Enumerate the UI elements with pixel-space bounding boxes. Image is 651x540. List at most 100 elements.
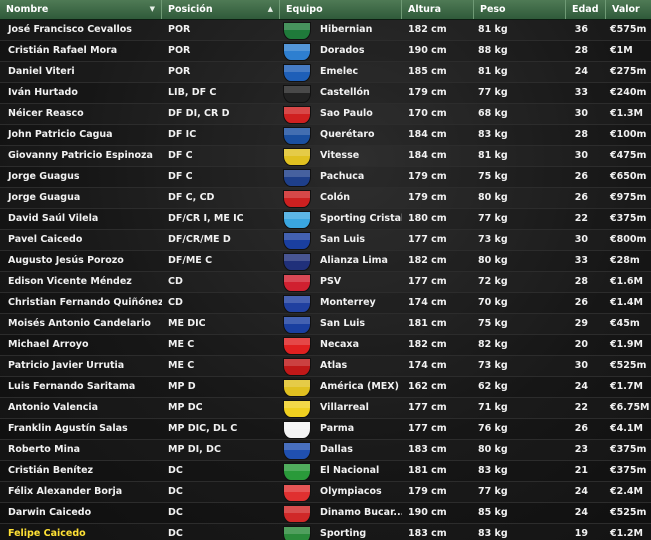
player-club[interactable]: Colón [318, 188, 402, 208]
table-row[interactable]: Cristián Benítez DC El Nacional 181 cm 83 kg… [0, 461, 651, 482]
club-badge-icon [283, 127, 311, 145]
club-badge-icon [283, 190, 311, 208]
player-name[interactable]: Felipe Caicedo [0, 524, 162, 540]
player-club[interactable]: Dorados [318, 41, 402, 61]
table-row[interactable]: Edison Vicente Méndez CD PSV 177 cm 72 kg 28 €… [0, 272, 651, 293]
player-age: 30 [574, 234, 588, 245]
player-club[interactable]: Atlas [318, 356, 402, 376]
table-row[interactable]: Roberto Mina MP DI, DC Dallas 183 cm 80 kg 23… [0, 440, 651, 461]
player-club[interactable]: Villarreal [318, 398, 402, 418]
club-badge-icon [283, 316, 311, 334]
player-club[interactable]: Dallas [318, 440, 402, 460]
table-row[interactable]: Moisés Antonio Candelario ME DIC San Luis 1… [0, 314, 651, 335]
table-row[interactable]: Antonio Valencia MP DC Villarreal 177 cm 71 … [0, 398, 651, 419]
player-age: 28 [574, 129, 588, 140]
player-club[interactable]: Alianza Lima [318, 251, 402, 271]
table-row[interactable]: Christian Fernando Quiñónez CD Monterrey 17… [0, 293, 651, 314]
column-header-posicion[interactable]: Posición ▲ [162, 0, 280, 19]
player-name[interactable]: Franklin Agustín Salas [0, 419, 162, 439]
player-height: 177 cm [408, 423, 447, 434]
player-club[interactable]: Necaxa [318, 335, 402, 355]
table-row[interactable]: Jorge Guagus DF C Pachuca 179 cm 75 kg 26 €650… [0, 167, 651, 188]
player-name[interactable]: Jorge Guagus [0, 167, 162, 187]
player-club[interactable]: Sporting [318, 524, 402, 540]
player-club[interactable]: Sao Paulo [318, 104, 402, 124]
player-height: 179 cm [408, 87, 447, 98]
club-badge-icon [283, 442, 311, 460]
player-name[interactable]: Moisés Antonio Candelario [0, 314, 162, 334]
table-row[interactable]: Darwin Caicedo DC Dinamo Bucar... 190 cm 85 … [0, 503, 651, 524]
player-height: 177 cm [408, 234, 447, 245]
column-header-nombre[interactable]: Nombre ▼ [0, 0, 162, 19]
player-age: 28 [574, 45, 588, 56]
player-club[interactable]: América (MEX) [318, 377, 402, 397]
player-name[interactable]: Christian Fernando Quiñónez [0, 293, 162, 313]
table-row[interactable]: Cristián Rafael Mora POR Dorados 190 cm 88 k… [0, 41, 651, 62]
table-row[interactable]: David Saúl Vilela DF/CR I, ME IC Sporting … [0, 209, 651, 230]
player-club[interactable]: San Luis [318, 314, 402, 334]
player-name[interactable]: John Patricio Cagua [0, 125, 162, 145]
table-row[interactable]: Néicer Reasco DF DI, CR D Sao Paulo 170 cm 6… [0, 104, 651, 125]
table-row[interactable]: Giovanny Patricio Espinoza DF C Vitesse 184… [0, 146, 651, 167]
player-club[interactable]: Emelec [318, 62, 402, 82]
player-name[interactable]: Darwin Caicedo [0, 503, 162, 523]
table-row[interactable]: Pavel Caicedo DF/CR/ME D San Luis 177 cm 73 … [0, 230, 651, 251]
player-name[interactable]: Néicer Reasco [0, 104, 162, 124]
player-club[interactable]: Querétaro [318, 125, 402, 145]
player-name[interactable]: Daniel Viteri [0, 62, 162, 82]
player-name[interactable]: Giovanny Patricio Espinoza [0, 146, 162, 166]
player-name[interactable]: Luis Fernando Saritama [0, 377, 162, 397]
player-club[interactable]: Olympiacos [318, 482, 402, 502]
table-row[interactable]: Patricio Javier Urrutia ME C Atlas 174 cm 73… [0, 356, 651, 377]
player-name[interactable]: Patricio Javier Urrutia [0, 356, 162, 376]
table-row[interactable]: Michael Arroyo ME C Necaxa 182 cm 82 kg 20 €1.… [0, 335, 651, 356]
player-club[interactable]: Sporting Cristal [318, 209, 402, 229]
player-name[interactable]: Jorge Guagua [0, 188, 162, 208]
player-club[interactable]: Pachuca [318, 167, 402, 187]
table-row[interactable]: John Patricio Cagua DF IC Querétaro 184 cm 8… [0, 125, 651, 146]
player-position: DC [168, 486, 183, 497]
player-name[interactable]: Roberto Mina [0, 440, 162, 460]
column-header-altura[interactable]: Altura [402, 0, 474, 19]
table-row[interactable]: Iván Hurtado LIB, DF C Castellón 179 cm 77 k… [0, 83, 651, 104]
table-row[interactable]: Luis Fernando Saritama MP D América (MEX) 1… [0, 377, 651, 398]
player-name[interactable]: Félix Alexander Borja [0, 482, 162, 502]
player-weight: 80 kg [478, 255, 508, 266]
player-name[interactable]: Pavel Caicedo [0, 230, 162, 250]
table-row[interactable]: Franklin Agustín Salas MP DIC, DL C Parma 1… [0, 419, 651, 440]
player-name[interactable]: Antonio Valencia [0, 398, 162, 418]
player-name[interactable]: Iván Hurtado [0, 83, 162, 103]
player-name[interactable]: Michael Arroyo [0, 335, 162, 355]
player-club[interactable]: Parma [318, 419, 402, 439]
player-name[interactable]: Augusto Jesús Porozo [0, 251, 162, 271]
player-value: €1.4M [610, 297, 643, 308]
player-value: €6.75M [610, 402, 650, 413]
player-club[interactable]: Monterrey [318, 293, 402, 313]
player-club[interactable]: PSV [318, 272, 402, 292]
player-club[interactable]: El Nacional [318, 461, 402, 481]
player-position: ME DIC [168, 318, 206, 329]
column-header-valor[interactable]: Valor [606, 0, 651, 19]
player-age: 24 [574, 507, 588, 518]
player-club[interactable]: San Luis [318, 230, 402, 250]
player-name[interactable]: José Francisco Cevallos [0, 20, 162, 40]
player-age: 29 [574, 318, 588, 329]
column-header-equipo[interactable]: Equipo [280, 0, 402, 19]
player-club[interactable]: Hibernian [318, 20, 402, 40]
player-club[interactable]: Vitesse [318, 146, 402, 166]
table-row[interactable]: Félix Alexander Borja DC Olympiacos 179 cm 7… [0, 482, 651, 503]
player-name[interactable]: Cristián Benítez [0, 461, 162, 481]
table-row[interactable]: José Francisco Cevallos POR Hibernian 182 c… [0, 20, 651, 41]
player-name[interactable]: Cristián Rafael Mora [0, 41, 162, 61]
table-row[interactable]: Daniel Viteri POR Emelec 185 cm 81 kg 24 €275m [0, 62, 651, 83]
table-row[interactable]: Augusto Jesús Porozo DF/ME C Alianza Lima 1… [0, 251, 651, 272]
player-name[interactable]: David Saúl Vilela [0, 209, 162, 229]
table-row[interactable]: Felipe Caicedo DC Sporting 183 cm 83 kg 19 €1.… [0, 524, 651, 540]
player-age: 23 [574, 444, 588, 455]
player-club[interactable]: Castellón [318, 83, 402, 103]
player-club[interactable]: Dinamo Bucar... [318, 503, 402, 523]
column-header-peso[interactable]: Peso [474, 0, 566, 19]
player-name[interactable]: Edison Vicente Méndez [0, 272, 162, 292]
column-header-edad[interactable]: Edad [566, 0, 606, 19]
table-row[interactable]: Jorge Guagua DF C, CD Colón 179 cm 80 kg 26 €9… [0, 188, 651, 209]
